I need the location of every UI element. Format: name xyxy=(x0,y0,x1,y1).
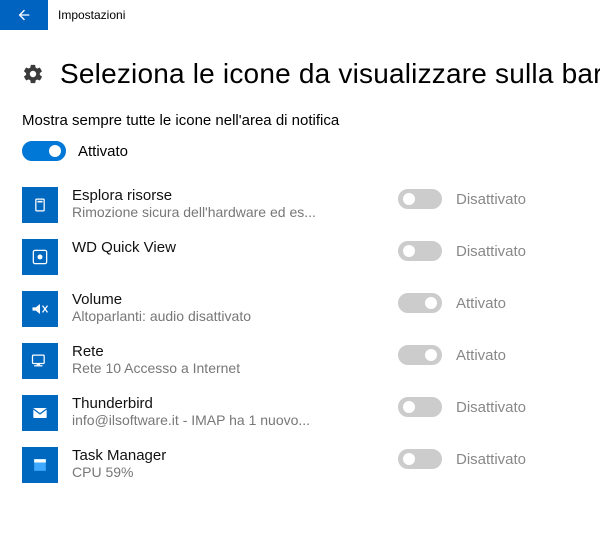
arrow-left-icon xyxy=(16,7,32,23)
item-title: Thunderbird xyxy=(72,395,386,412)
toggle-wdquickview[interactable] xyxy=(398,241,442,261)
toggle-status: Disattivato xyxy=(456,191,526,208)
titlebar: Impostazioni xyxy=(0,0,600,30)
toggle-status: Attivato xyxy=(456,295,506,312)
item-title: Volume xyxy=(72,291,386,308)
page-header: Seleziona le icone da visualizzare sulla… xyxy=(0,30,600,98)
item-text: Esplora risorseRimozione sicura dell'har… xyxy=(72,187,398,220)
icon-list: Esplora risorseRimozione sicura dell'har… xyxy=(22,179,578,491)
volume-icon xyxy=(22,291,58,327)
item-text: ReteRete 10 Accesso a Internet xyxy=(72,343,398,376)
list-item-volume: VolumeAltoparlanti: audio disattivato Att… xyxy=(22,283,578,335)
item-subtitle: CPU 59% xyxy=(72,464,332,480)
network-icon xyxy=(22,343,58,379)
thunderbird-icon xyxy=(22,395,58,431)
item-text: VolumeAltoparlanti: audio disattivato xyxy=(72,291,398,324)
item-toggle-col: Disattivato xyxy=(398,187,578,209)
item-title: Esplora risorse xyxy=(72,187,386,204)
toggle-status: Disattivato xyxy=(456,243,526,260)
item-subtitle: Rete 10 Accesso a Internet xyxy=(72,360,332,376)
toggle-network[interactable] xyxy=(398,345,442,365)
explorer-icon xyxy=(22,187,58,223)
list-item-explorer: Esplora risorseRimozione sicura dell'har… xyxy=(22,179,578,231)
item-subtitle: Altoparlanti: audio disattivato xyxy=(72,308,332,324)
item-text: Task ManagerCPU 59% xyxy=(72,447,398,480)
item-toggle-col: Disattivato xyxy=(398,395,578,417)
toggle-volume[interactable] xyxy=(398,293,442,313)
master-toggle-label: Attivato xyxy=(78,143,128,160)
content: Mostra sempre tutte le icone nell'area d… xyxy=(0,98,600,495)
item-text: WD Quick View xyxy=(72,239,398,256)
item-title: Task Manager xyxy=(72,447,386,464)
master-toggle-row: Attivato xyxy=(22,141,578,161)
item-subtitle: Rimozione sicura dell'hardware ed es... xyxy=(72,204,332,220)
item-subtitle: info@ilsoftware.it - IMAP ha 1 nuovo... xyxy=(72,412,332,428)
toggle-status: Disattivato xyxy=(456,399,526,416)
subtitle: Mostra sempre tutte le icone nell'area d… xyxy=(22,112,578,129)
item-title: WD Quick View xyxy=(72,239,386,256)
list-item-network: ReteRete 10 Accesso a Internet Attivato xyxy=(22,335,578,387)
toggle-taskmgr[interactable] xyxy=(398,449,442,469)
gear-icon xyxy=(22,63,44,85)
list-item-wdquickview: WD Quick View Disattivato xyxy=(22,231,578,283)
item-toggle-col: Disattivato xyxy=(398,239,578,261)
item-toggle-col: Attivato xyxy=(398,291,578,313)
toggle-status: Attivato xyxy=(456,347,506,364)
master-toggle[interactable] xyxy=(22,141,66,161)
list-item-thunderbird: Thunderbirdinfo@ilsoftware.it - IMAP ha … xyxy=(22,387,578,439)
toggle-thunderbird[interactable] xyxy=(398,397,442,417)
item-toggle-col: Disattivato xyxy=(398,447,578,469)
item-title: Rete xyxy=(72,343,386,360)
back-button[interactable] xyxy=(0,0,48,30)
toggle-explorer[interactable] xyxy=(398,189,442,209)
item-text: Thunderbirdinfo@ilsoftware.it - IMAP ha … xyxy=(72,395,398,428)
wdquickview-icon xyxy=(22,239,58,275)
window-title: Impostazioni xyxy=(58,8,125,22)
taskmgr-icon xyxy=(22,447,58,483)
toggle-status: Disattivato xyxy=(456,451,526,468)
list-item-taskmgr: Task ManagerCPU 59% Disattivato xyxy=(22,439,578,491)
page-title: Seleziona le icone da visualizzare sulla… xyxy=(60,58,600,90)
item-toggle-col: Attivato xyxy=(398,343,578,365)
